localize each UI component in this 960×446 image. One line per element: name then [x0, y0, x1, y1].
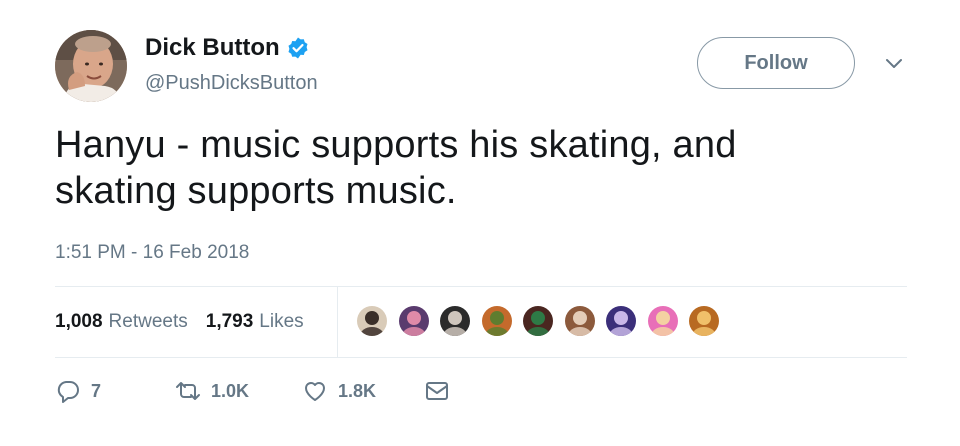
tweet-stats: 1,008 Retweets 1,793 Likes: [55, 311, 304, 333]
retweet-count: 1.0K: [211, 380, 250, 401]
direct-message-button[interactable]: [424, 378, 450, 404]
chevron-down-icon[interactable]: [884, 56, 904, 72]
avatar-photo: [55, 30, 127, 102]
liker-avatar[interactable]: [562, 304, 597, 338]
reply-count: 7: [91, 380, 102, 401]
divider: [55, 357, 907, 358]
retweets-label[interactable]: Retweets: [109, 311, 188, 333]
retweets-count[interactable]: 1,008: [55, 311, 103, 333]
tweet-text: Hanyu - music supports his skating, and …: [55, 122, 915, 214]
avatar[interactable]: [55, 30, 127, 102]
liker-avatar[interactable]: [645, 304, 680, 338]
stats-separator: [337, 287, 338, 357]
liker-avatar[interactable]: [687, 304, 721, 338]
name-row: Dick Button: [145, 34, 310, 62]
liker-avatars: [355, 304, 729, 338]
liker-avatar[interactable]: [396, 304, 431, 338]
verified-badge-icon: [288, 37, 308, 59]
liker-avatar[interactable]: [355, 304, 389, 338]
user-handle[interactable]: @PushDicksButton: [145, 72, 318, 95]
retweet-button[interactable]: 1.0K: [175, 378, 249, 404]
tweet-timestamp[interactable]: 1:51 PM - 16 Feb 2018: [55, 242, 249, 264]
tweet-text-line: skating supports music.: [55, 170, 457, 212]
message-icon: [426, 382, 448, 400]
like-button[interactable]: 1.8K: [302, 378, 376, 404]
divider: [55, 286, 907, 287]
likes-label[interactable]: Likes: [259, 311, 303, 333]
heart-icon: [305, 382, 325, 401]
liker-avatar[interactable]: [479, 304, 514, 338]
follow-button[interactable]: Follow: [697, 37, 855, 89]
like-count: 1.8K: [338, 380, 377, 401]
reply-button[interactable]: 7: [55, 378, 101, 404]
likes-count[interactable]: 1,793: [206, 311, 254, 333]
liker-avatar[interactable]: [521, 304, 555, 338]
tweet-text-line: Hanyu - music supports his skating, and: [55, 124, 737, 166]
display-name[interactable]: Dick Button: [145, 34, 280, 62]
liker-avatar[interactable]: [438, 304, 472, 338]
tweet-card: Dick Button @PushDicksButton Follow Hany…: [0, 0, 960, 446]
liker-avatar[interactable]: [604, 304, 638, 338]
reply-icon: [57, 381, 79, 403]
retweet-icon: [176, 382, 200, 400]
